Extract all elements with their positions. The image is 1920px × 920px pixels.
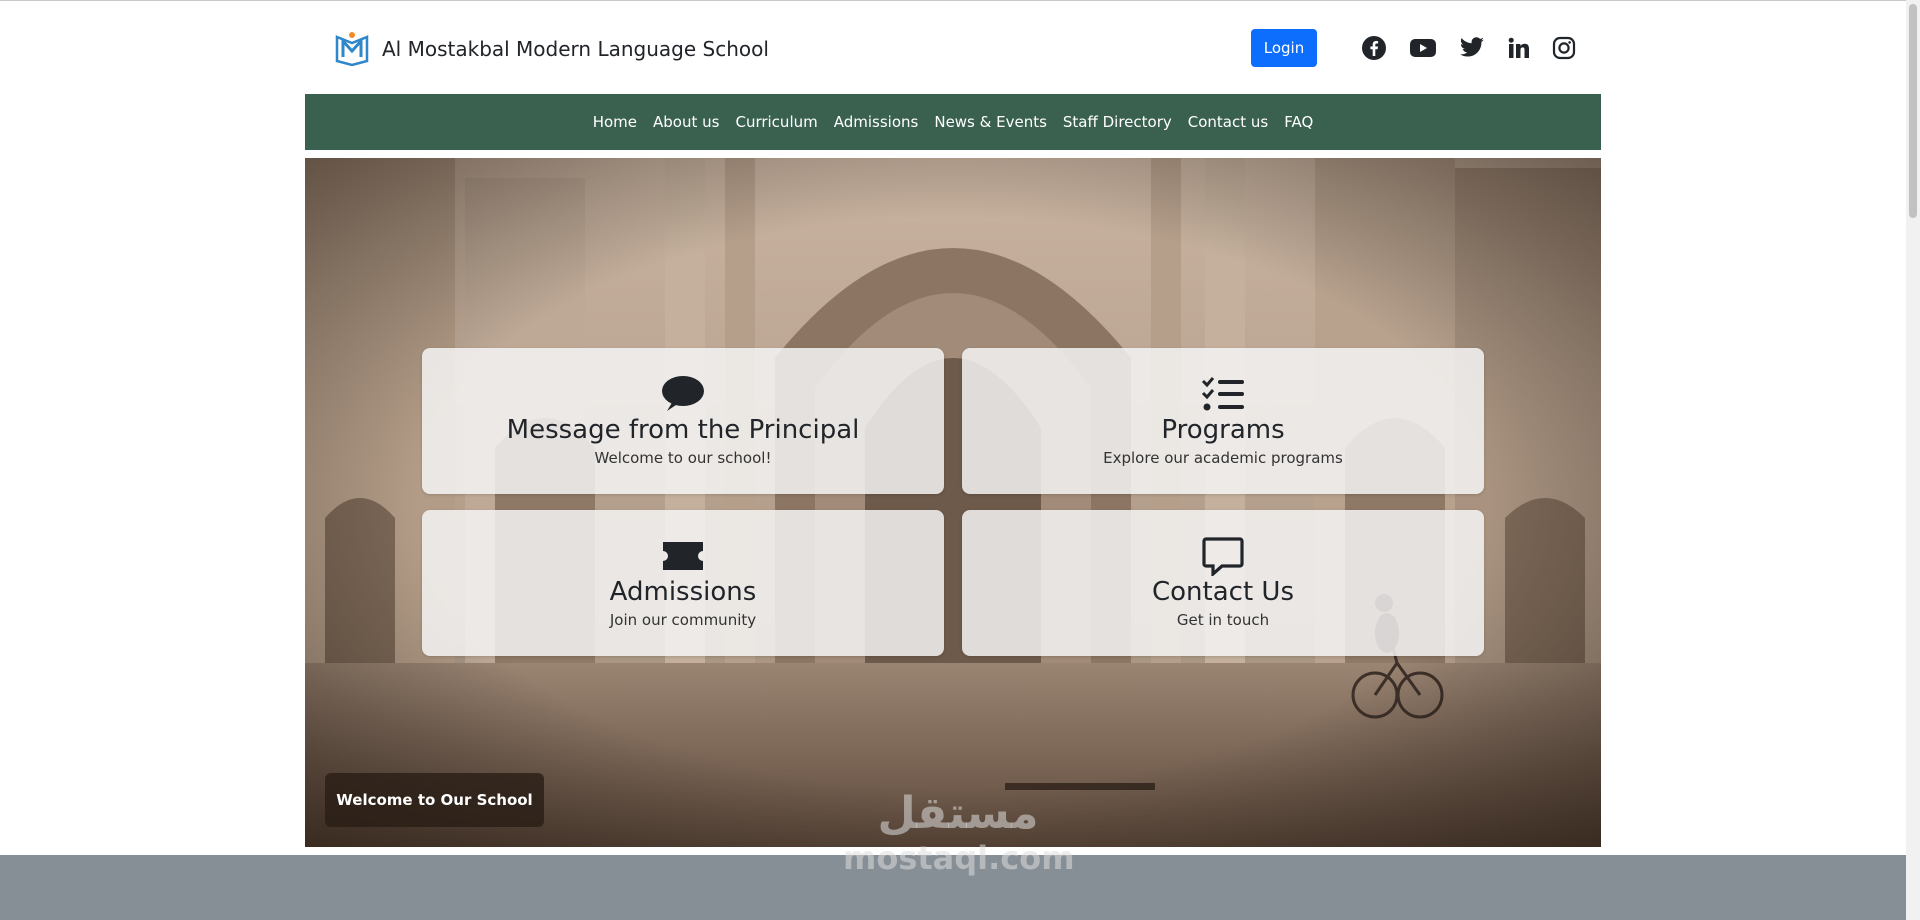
cathedral-background-image [305,158,1601,847]
nav-contact-us[interactable]: Contact us [1180,113,1276,131]
card-message-principal[interactable]: Message from the Principal Welcome to ou… [422,348,944,494]
watermark-arabic: مستقل [877,788,1039,839]
card-subtitle: Join our community [609,611,757,629]
watermark-latin: mostaql.com [843,839,1075,877]
school-logo-icon[interactable] [333,29,371,67]
nav-faq[interactable]: FAQ [1276,113,1321,131]
youtube-icon[interactable] [1409,34,1437,62]
card-title: Admissions [609,577,757,607]
watermark: مستقل mostaql.com [843,788,1075,878]
checklist-icon [1200,374,1246,414]
card-programs[interactable]: Programs Explore our academic programs [962,348,1484,494]
facebook-icon[interactable] [1360,34,1388,62]
welcome-badge: Welcome to Our School [325,773,544,827]
page: Al Mostakbal Modern Language School Logi… [0,0,1920,920]
chat-outline-icon [1200,536,1246,576]
nav-staff-directory[interactable]: Staff Directory [1055,113,1180,131]
hero-banner: Message from the Principal Welcome to ou… [305,158,1601,847]
twitter-icon[interactable] [1458,34,1486,62]
nav-curriculum[interactable]: Curriculum [727,113,825,131]
nav-admissions[interactable]: Admissions [826,113,927,131]
card-contact-us[interactable]: Contact Us Get in touch [962,510,1484,656]
linkedin-icon[interactable] [1505,34,1533,62]
chat-bubble-icon [660,374,706,414]
card-title: Contact Us [1152,577,1294,607]
nav-about-us[interactable]: About us [645,113,727,131]
site-header: Al Mostakbal Modern Language School Logi… [305,1,1601,93]
nav-news-events[interactable]: News & Events [926,113,1055,131]
school-name[interactable]: Al Mostakbal Modern Language School [382,37,769,61]
login-button[interactable]: Login [1251,29,1317,67]
main-nav: Home About us Curriculum Admissions News… [305,94,1601,150]
card-subtitle: Explore our academic programs [1103,449,1343,467]
card-subtitle: Welcome to our school! [594,449,772,467]
card-admissions[interactable]: Admissions Join our community [422,510,944,656]
scrollbar-thumb[interactable] [1909,4,1917,218]
page-scrollbar[interactable] [1906,0,1920,920]
nav-home[interactable]: Home [585,113,645,131]
ticket-icon [660,536,706,576]
card-title: Programs [1161,415,1285,445]
instagram-icon[interactable] [1550,34,1578,62]
card-subtitle: Get in touch [1176,611,1270,629]
card-title: Message from the Principal [506,415,860,445]
